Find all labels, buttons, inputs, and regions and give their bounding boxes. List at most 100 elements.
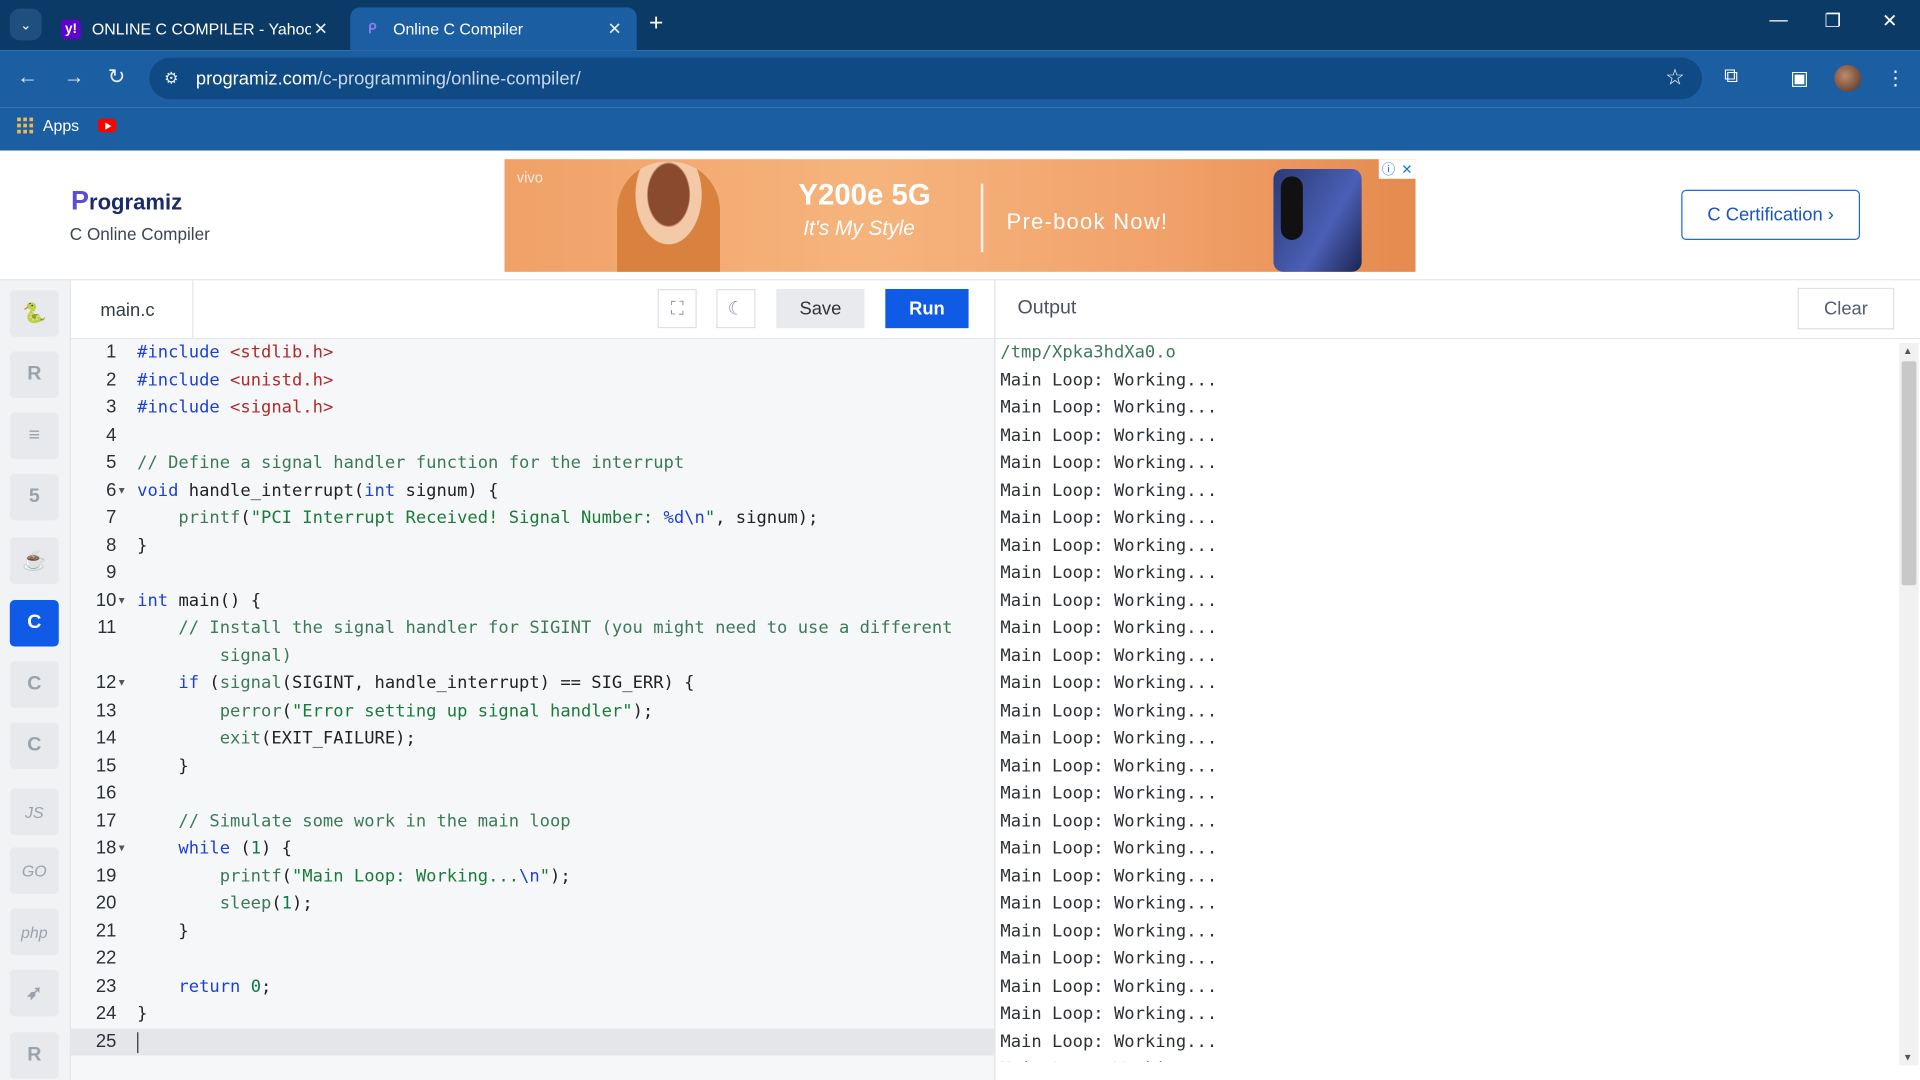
javascript-icon[interactable]: JS (9, 788, 59, 836)
output-line: Main Loop: Working... (1000, 948, 1218, 969)
output-line: Main Loop: Working... (1000, 811, 1218, 831)
yahoo-icon: y! (61, 18, 81, 39)
ad-banner[interactable]: vivo Y200e 5G It's My Style Pre-book Now… (504, 159, 1416, 272)
youtube-icon[interactable] (97, 118, 117, 133)
page-header: Programiz C Online Compiler vivo Y200e 5… (0, 150, 1920, 281)
code-line: 1 #include <stdlib.h> (106, 341, 334, 363)
save-button[interactable]: Save (776, 288, 865, 329)
output-line: Main Loop: Working... (1000, 453, 1218, 473)
back-icon[interactable]: ← (17, 65, 38, 89)
restore-icon[interactable]: ❐ (1825, 10, 1841, 32)
fold-icon: ▼ (118, 842, 125, 854)
code-line: 13 perror("Error setting up signal handl… (95, 699, 654, 721)
output-label: Output (1017, 297, 1077, 319)
code-line: 24} (95, 1002, 148, 1024)
address-bar[interactable]: ⚙ programiz.com/c-programming/online-com… (149, 57, 1703, 100)
ad-divider (980, 183, 984, 253)
profile-avatar[interactable] (1834, 64, 1862, 92)
new-tab-icon[interactable]: + (649, 10, 663, 38)
clear-button[interactable]: Clear (1797, 287, 1895, 330)
scroll-down-icon: ▼ (1902, 1051, 1913, 1063)
minimize-icon[interactable]: — (1769, 10, 1787, 31)
url-text: programiz.com/c-programming/online-compi… (195, 68, 581, 90)
c-icon[interactable]: C (9, 600, 59, 647)
code-line-current[interactable]: 25 (71, 1027, 995, 1056)
output-path: /tmp/Xpka3hdXa0.o (1000, 342, 1176, 363)
side-panel-icon[interactable]: ▣ (1790, 66, 1809, 90)
output-line: Main Loop: Working... (1000, 921, 1218, 942)
code-line: signal) (219, 645, 292, 666)
bookmark-star-icon[interactable]: ☆ (1665, 65, 1685, 91)
ad-tagline: It's My Style (803, 216, 915, 241)
code-line: 12 ▼ if (signal(SIGINT, handle_interrupt)… (71, 670, 994, 698)
fold-icon: ▼ (118, 594, 125, 606)
code-line: 10 ▼ int main() { (71, 587, 994, 615)
fullscreen-icon[interactable]: ⛶ (657, 288, 697, 329)
close-tab-icon[interactable]: ✕ (605, 18, 625, 39)
go-icon[interactable]: GO (9, 847, 59, 894)
fold-icon: ▼ (118, 484, 125, 496)
code-line: 16 (95, 782, 117, 804)
browser-tab-compiler[interactable]: ᑭ Online C Compiler ✕ (350, 7, 637, 51)
cpp-icon[interactable]: C (9, 661, 59, 708)
code-line: 20 sleep(1); (95, 892, 313, 914)
browser-toolbar: ← → ↻ ⚙ programiz.com/c-programming/onli… (0, 50, 1920, 108)
programiz-icon: ᑭ (368, 22, 377, 37)
forward-icon[interactable]: → (64, 65, 85, 89)
code-editor[interactable]: 1 #include <stdlib.h> 2 #include <unistd.h… (71, 339, 995, 1080)
output-toolbar: Output Clear (995, 280, 1920, 340)
swift-icon[interactable]: ➶ (9, 969, 59, 1017)
code-line: 14 exit(EXIT_FAILURE); (95, 727, 416, 749)
tab-search-icon[interactable]: ⌄ (9, 8, 42, 41)
php-icon[interactable]: php (9, 908, 59, 956)
csharp-icon[interactable]: C (9, 722, 59, 769)
extensions-icon[interactable]: ⧉ (1724, 66, 1738, 88)
output-line: Main Loop: Working... (1000, 893, 1218, 914)
r-icon[interactable]: R (9, 351, 59, 398)
output-line: Main Loop: Working... (1000, 618, 1218, 638)
scrollbar-thumb[interactable] (1901, 361, 1917, 586)
output-line: Main Loop: Working... (1000, 508, 1218, 528)
code-line: 18 ▼ while (1) { (71, 835, 994, 863)
output-line: Main Loop: Working... (1000, 397, 1218, 418)
ad-brand: vivo (516, 168, 543, 187)
code-line: 8} (106, 534, 148, 556)
close-tab-icon[interactable]: ✕ (311, 18, 331, 39)
code-line: 19 printf("Main Loop: Working...\n"); (95, 865, 571, 886)
editor-toolbar: main.c ⛶ ☾ Save Run (71, 280, 995, 340)
code-line: 3 #include <signal.h> (106, 396, 334, 418)
close-window-icon[interactable]: ✕ (1882, 10, 1897, 32)
site-settings-icon[interactable]: ⚙ (164, 69, 178, 89)
ad-model-image (617, 161, 721, 272)
run-button[interactable]: Run (885, 288, 969, 329)
menu-icon[interactable]: ⋮ (1886, 66, 1906, 90)
browser-tab-yahoo[interactable]: y! ONLINE C COMPILER - Yahoo Ir ✕ (49, 7, 343, 50)
sql-icon[interactable]: ≡ (9, 412, 59, 460)
rust-icon[interactable]: R (9, 1032, 59, 1079)
apps-bookmark[interactable]: Apps (43, 116, 79, 134)
c-certification-button[interactable]: C Certification › (1681, 189, 1861, 241)
fold-icon: ▼ (118, 677, 125, 689)
code-line: 22 (95, 947, 117, 969)
java-icon[interactable]: ☕ (9, 537, 59, 585)
file-tab[interactable]: main.c (71, 280, 194, 340)
browser-tab-strip: ⌄ y! ONLINE C COMPILER - Yahoo Ir ✕ ᑭ On… (0, 0, 1920, 51)
output-line: Main Loop: Working... (1000, 590, 1218, 611)
python-icon[interactable]: 🐍 (9, 290, 59, 337)
output-scrollbar[interactable]: ▲ ▼ (1899, 342, 1919, 1066)
output-line: Main Loop: Working... (1000, 563, 1218, 583)
programiz-logo[interactable]: Programiz (71, 185, 182, 217)
code-line: 17 // Simulate some work in the main loo… (95, 810, 571, 831)
html-icon[interactable]: 5 (9, 473, 59, 521)
ad-choices-icon[interactable]: ⓘ ✕ (1378, 159, 1416, 179)
output-line: Main Loop: Working... (1000, 480, 1218, 501)
code-line: 23 return 0; (95, 975, 272, 997)
code-line: 4 (106, 424, 117, 446)
code-line: 15 } (95, 754, 189, 776)
dark-mode-icon[interactable]: ☾ (716, 288, 756, 329)
output-line: Main Loop: Working... (1000, 756, 1218, 776)
ad-model: Y200e 5G (798, 178, 931, 212)
apps-grid-icon[interactable] (17, 117, 34, 134)
output-line: Main Loop: Working... (1000, 728, 1218, 749)
reload-icon[interactable]: ↻ (108, 65, 125, 89)
